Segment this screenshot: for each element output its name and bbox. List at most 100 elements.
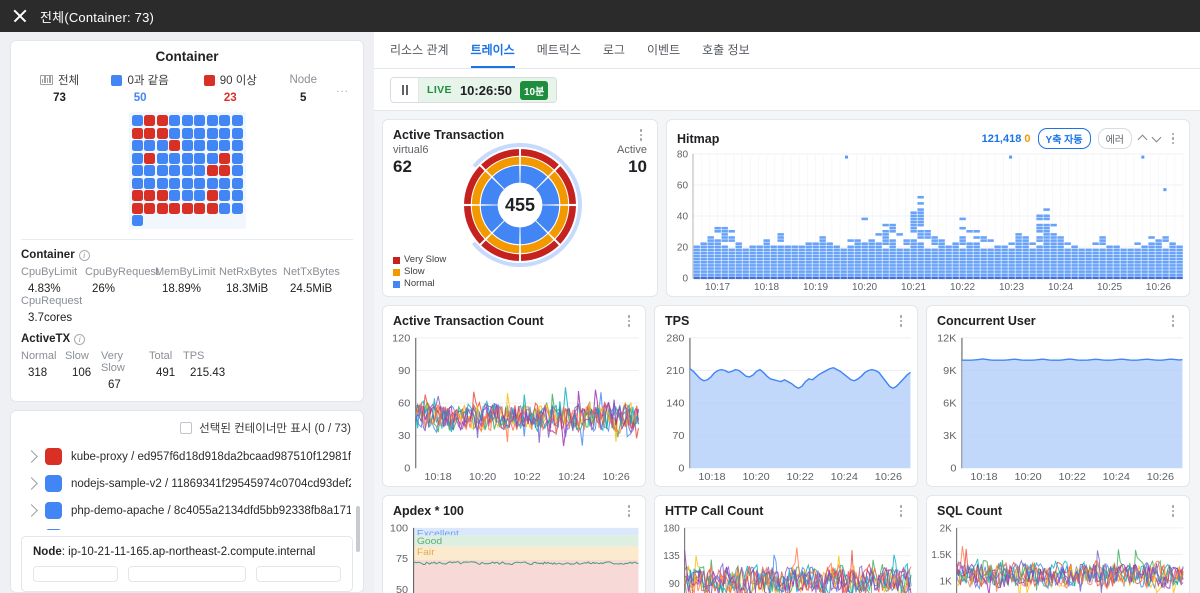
container-cell[interactable] — [169, 177, 180, 189]
list-scrollbar[interactable] — [356, 506, 360, 552]
only-selected-toggle[interactable]: 선택된 컨테이너만 표시 (0 / 73) — [11, 411, 363, 443]
container-cell[interactable] — [231, 190, 243, 201]
container-cell[interactable] — [194, 127, 205, 139]
panel-menu-icon[interactable] — [895, 315, 907, 327]
container-cell[interactable] — [131, 177, 143, 189]
container-cell[interactable] — [194, 140, 205, 151]
container-cell[interactable] — [169, 140, 180, 151]
container-cell[interactable] — [231, 177, 243, 189]
container-cell[interactable] — [219, 165, 230, 176]
panel-menu-icon[interactable] — [895, 505, 907, 517]
summary-more-icon[interactable]: ... — [336, 81, 349, 95]
node-chip[interactable] — [255, 566, 341, 582]
container-cell[interactable] — [181, 202, 193, 214]
container-cell[interactable] — [194, 152, 205, 164]
active-transaction-count-chart[interactable]: 0 30 60 90 120 10:18 10:20 10:22 10:24 10:26 — [383, 332, 645, 486]
container-cell[interactable] — [194, 115, 205, 126]
panel-menu-icon[interactable] — [623, 315, 635, 327]
container-cell[interactable] — [144, 152, 155, 164]
legend-item[interactable]: Very Slow — [393, 254, 446, 266]
container-cell[interactable] — [156, 165, 168, 176]
sql-count-chart[interactable]: 1K1.5K2K10:1810:2010:2210:2410:26 — [927, 522, 1189, 593]
node-chip[interactable] — [33, 566, 119, 582]
container-cell[interactable] — [181, 177, 193, 189]
container-cell[interactable] — [156, 202, 168, 214]
tab-2[interactable]: 트레이스 — [470, 41, 515, 68]
container-cell[interactable] — [181, 190, 193, 201]
container-cell[interactable] — [131, 202, 143, 214]
list-item[interactable]: kube-proxy / ed957f6d18d918da2bcaad98751… — [11, 443, 363, 470]
container-cell[interactable] — [206, 190, 218, 201]
container-cell[interactable] — [144, 115, 155, 126]
container-cell[interactable] — [144, 127, 155, 139]
container-cell[interactable] — [169, 190, 180, 201]
tps-chart[interactable]: 0 70 140 210 280 10:18 10:20 10:22 10:24 10:26 — [655, 332, 917, 486]
summary-stat-4[interactable]: Node 5 — [274, 72, 332, 104]
chevron-right-icon[interactable] — [25, 476, 38, 490]
container-cell[interactable] — [144, 190, 155, 201]
container-heatmap-grid[interactable] — [128, 112, 246, 229]
container-cell[interactable] — [206, 165, 218, 176]
container-cell[interactable] — [219, 115, 230, 126]
pause-icon[interactable] — [391, 78, 419, 102]
container-cell[interactable] — [169, 115, 180, 126]
container-cell[interactable] — [131, 152, 143, 164]
container-cell[interactable] — [231, 202, 243, 214]
container-cell[interactable] — [181, 165, 193, 176]
container-cell[interactable] — [181, 115, 193, 126]
info-icon[interactable]: i — [78, 249, 90, 261]
live-status-pill[interactable]: LIVE 10:26:50 10분 — [390, 77, 558, 103]
container-cell[interactable] — [231, 127, 243, 139]
container-cell[interactable] — [169, 152, 180, 164]
panel-menu-icon[interactable] — [1167, 505, 1179, 517]
container-cell[interactable] — [131, 140, 143, 151]
list-item[interactable]: php-demo-apache / 8c4055a2134dfd5bb92338… — [11, 497, 363, 524]
container-cell[interactable] — [206, 140, 218, 151]
container-cell[interactable] — [131, 165, 143, 176]
container-cell[interactable] — [131, 215, 143, 226]
container-cell[interactable] — [231, 165, 243, 176]
container-cell[interactable] — [181, 140, 193, 151]
donut-chart[interactable]: 455 — [457, 142, 583, 271]
container-cell[interactable] — [219, 202, 230, 214]
chevron-down-icon[interactable] — [1151, 132, 1162, 143]
legend-item[interactable]: Normal — [393, 278, 446, 290]
chevron-right-icon[interactable] — [25, 503, 38, 517]
panel-menu-icon[interactable] — [623, 505, 635, 517]
only-selected-checkbox[interactable] — [180, 422, 193, 434]
container-cell[interactable] — [194, 202, 205, 214]
container-cell[interactable] — [231, 140, 243, 151]
tab-4[interactable]: 로그 — [603, 41, 625, 68]
container-cell[interactable] — [206, 115, 218, 126]
container-cell[interactable] — [144, 165, 155, 176]
panel-menu-icon[interactable] — [1167, 315, 1179, 327]
panel-menu-icon[interactable] — [635, 129, 647, 141]
container-cell[interactable] — [181, 152, 193, 164]
container-cell[interactable] — [206, 177, 218, 189]
tab-6[interactable]: 호출 정보 — [702, 41, 750, 68]
container-cell[interactable] — [219, 140, 230, 151]
tab-3[interactable]: 메트릭스 — [537, 41, 581, 68]
apdex-chart[interactable]: Excellent Good Fair 50 75 100 — [383, 522, 645, 593]
summary-stat-3[interactable]: 90 이상 23 — [186, 72, 274, 104]
container-cell[interactable] — [156, 140, 168, 151]
tab-5[interactable]: 이벤트 — [647, 41, 680, 68]
panel-menu-icon[interactable] — [1167, 132, 1179, 145]
container-list[interactable]: kube-proxy / ed957f6d18d918da2bcaad98751… — [11, 443, 363, 530]
tab-1[interactable]: 리소스 관계 — [390, 41, 449, 68]
container-cell[interactable] — [131, 190, 143, 201]
time-range-chip[interactable]: 10분 — [520, 80, 549, 100]
container-cell[interactable] — [131, 127, 143, 139]
container-cell[interactable] — [144, 177, 155, 189]
container-cell[interactable] — [144, 202, 155, 214]
hitmap-chart[interactable]: 0 20 40 60 80 10:17 10:18 10:19 10:20 10:21 10:22 1… — [667, 146, 1189, 296]
container-cell[interactable] — [219, 177, 230, 189]
concurrent-user-chart[interactable]: 0 3K 6K 9K 12K 10:18 10:20 10:22 10:24 10:26 — [927, 332, 1189, 486]
container-cell[interactable] — [156, 190, 168, 201]
container-cell[interactable] — [169, 202, 180, 214]
container-cell[interactable] — [144, 140, 155, 151]
container-cell[interactable] — [206, 152, 218, 164]
container-cell[interactable] — [219, 190, 230, 201]
container-cell[interactable] — [231, 115, 243, 126]
container-cell[interactable] — [194, 177, 205, 189]
